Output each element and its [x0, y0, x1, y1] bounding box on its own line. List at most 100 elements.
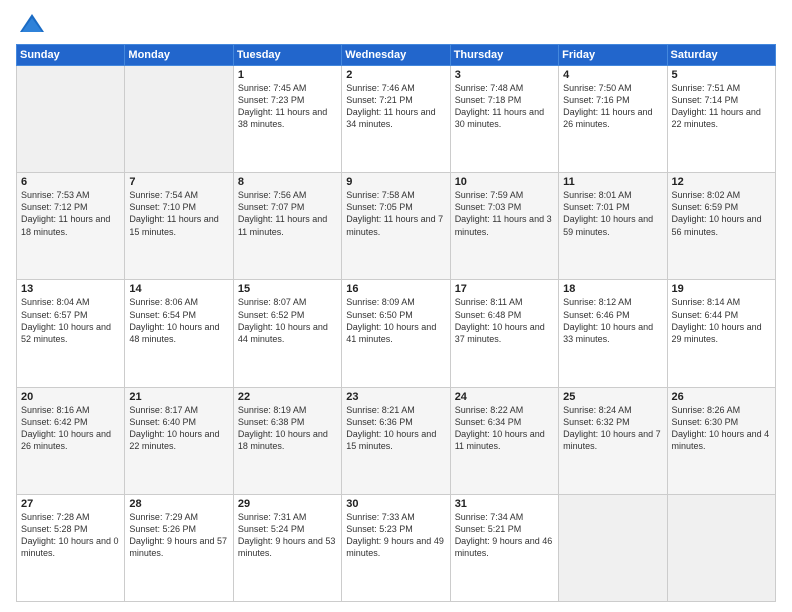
calendar-cell: 20Sunrise: 8:16 AM Sunset: 6:42 PM Dayli…: [17, 387, 125, 494]
calendar-cell: 15Sunrise: 8:07 AM Sunset: 6:52 PM Dayli…: [233, 280, 341, 387]
day-number: 28: [129, 498, 228, 510]
calendar-cell: 17Sunrise: 8:11 AM Sunset: 6:48 PM Dayli…: [450, 280, 558, 387]
week-row-4: 20Sunrise: 8:16 AM Sunset: 6:42 PM Dayli…: [17, 387, 776, 494]
day-number: 3: [455, 69, 554, 81]
day-number: 30: [346, 498, 445, 510]
cell-content: Sunrise: 7:28 AM Sunset: 5:28 PM Dayligh…: [21, 511, 120, 560]
cell-content: Sunrise: 7:33 AM Sunset: 5:23 PM Dayligh…: [346, 511, 445, 560]
calendar-cell: 25Sunrise: 8:24 AM Sunset: 6:32 PM Dayli…: [559, 387, 667, 494]
cell-content: Sunrise: 8:14 AM Sunset: 6:44 PM Dayligh…: [672, 296, 771, 345]
day-number: 14: [129, 283, 228, 295]
calendar-cell: 5Sunrise: 7:51 AM Sunset: 7:14 PM Daylig…: [667, 66, 775, 173]
calendar-cell: 31Sunrise: 7:34 AM Sunset: 5:21 PM Dayli…: [450, 494, 558, 601]
day-number: 5: [672, 69, 771, 81]
week-row-5: 27Sunrise: 7:28 AM Sunset: 5:28 PM Dayli…: [17, 494, 776, 601]
cell-content: Sunrise: 7:54 AM Sunset: 7:10 PM Dayligh…: [129, 189, 228, 238]
calendar-cell: 1Sunrise: 7:45 AM Sunset: 7:23 PM Daylig…: [233, 66, 341, 173]
cell-content: Sunrise: 7:56 AM Sunset: 7:07 PM Dayligh…: [238, 189, 337, 238]
day-number: 2: [346, 69, 445, 81]
calendar-cell: [667, 494, 775, 601]
calendar-cell: 28Sunrise: 7:29 AM Sunset: 5:26 PM Dayli…: [125, 494, 233, 601]
day-number: 17: [455, 283, 554, 295]
day-number: 12: [672, 176, 771, 188]
cell-content: Sunrise: 8:09 AM Sunset: 6:50 PM Dayligh…: [346, 296, 445, 345]
day-number: 18: [563, 283, 662, 295]
week-row-1: 1Sunrise: 7:45 AM Sunset: 7:23 PM Daylig…: [17, 66, 776, 173]
calendar-cell: 21Sunrise: 8:17 AM Sunset: 6:40 PM Dayli…: [125, 387, 233, 494]
cell-content: Sunrise: 8:11 AM Sunset: 6:48 PM Dayligh…: [455, 296, 554, 345]
weekday-header-monday: Monday: [125, 45, 233, 66]
cell-content: Sunrise: 8:21 AM Sunset: 6:36 PM Dayligh…: [346, 404, 445, 453]
day-number: 6: [21, 176, 120, 188]
calendar-cell: 30Sunrise: 7:33 AM Sunset: 5:23 PM Dayli…: [342, 494, 450, 601]
cell-content: Sunrise: 8:12 AM Sunset: 6:46 PM Dayligh…: [563, 296, 662, 345]
day-number: 25: [563, 391, 662, 403]
cell-content: Sunrise: 7:46 AM Sunset: 7:21 PM Dayligh…: [346, 82, 445, 131]
calendar-cell: 7Sunrise: 7:54 AM Sunset: 7:10 PM Daylig…: [125, 173, 233, 280]
cell-content: Sunrise: 8:04 AM Sunset: 6:57 PM Dayligh…: [21, 296, 120, 345]
calendar-cell: 13Sunrise: 8:04 AM Sunset: 6:57 PM Dayli…: [17, 280, 125, 387]
day-number: 22: [238, 391, 337, 403]
cell-content: Sunrise: 8:01 AM Sunset: 7:01 PM Dayligh…: [563, 189, 662, 238]
calendar-cell: 3Sunrise: 7:48 AM Sunset: 7:18 PM Daylig…: [450, 66, 558, 173]
day-number: 23: [346, 391, 445, 403]
calendar: SundayMondayTuesdayWednesdayThursdayFrid…: [16, 44, 776, 602]
header: [16, 12, 776, 36]
logo-icon: [18, 12, 46, 36]
calendar-cell: 24Sunrise: 8:22 AM Sunset: 6:34 PM Dayli…: [450, 387, 558, 494]
cell-content: Sunrise: 7:59 AM Sunset: 7:03 PM Dayligh…: [455, 189, 554, 238]
cell-content: Sunrise: 7:51 AM Sunset: 7:14 PM Dayligh…: [672, 82, 771, 131]
cell-content: Sunrise: 7:45 AM Sunset: 7:23 PM Dayligh…: [238, 82, 337, 131]
calendar-cell: 19Sunrise: 8:14 AM Sunset: 6:44 PM Dayli…: [667, 280, 775, 387]
day-number: 19: [672, 283, 771, 295]
cell-content: Sunrise: 8:17 AM Sunset: 6:40 PM Dayligh…: [129, 404, 228, 453]
calendar-cell: [559, 494, 667, 601]
weekday-header-sunday: Sunday: [17, 45, 125, 66]
cell-content: Sunrise: 7:50 AM Sunset: 7:16 PM Dayligh…: [563, 82, 662, 131]
calendar-cell: 14Sunrise: 8:06 AM Sunset: 6:54 PM Dayli…: [125, 280, 233, 387]
day-number: 13: [21, 283, 120, 295]
cell-content: Sunrise: 7:34 AM Sunset: 5:21 PM Dayligh…: [455, 511, 554, 560]
day-number: 27: [21, 498, 120, 510]
weekday-header-row: SundayMondayTuesdayWednesdayThursdayFrid…: [17, 45, 776, 66]
day-number: 7: [129, 176, 228, 188]
week-row-2: 6Sunrise: 7:53 AM Sunset: 7:12 PM Daylig…: [17, 173, 776, 280]
cell-content: Sunrise: 8:16 AM Sunset: 6:42 PM Dayligh…: [21, 404, 120, 453]
calendar-cell: 4Sunrise: 7:50 AM Sunset: 7:16 PM Daylig…: [559, 66, 667, 173]
cell-content: Sunrise: 8:07 AM Sunset: 6:52 PM Dayligh…: [238, 296, 337, 345]
day-number: 15: [238, 283, 337, 295]
weekday-header-tuesday: Tuesday: [233, 45, 341, 66]
week-row-3: 13Sunrise: 8:04 AM Sunset: 6:57 PM Dayli…: [17, 280, 776, 387]
weekday-header-thursday: Thursday: [450, 45, 558, 66]
calendar-cell: 29Sunrise: 7:31 AM Sunset: 5:24 PM Dayli…: [233, 494, 341, 601]
calendar-cell: [125, 66, 233, 173]
calendar-cell: 22Sunrise: 8:19 AM Sunset: 6:38 PM Dayli…: [233, 387, 341, 494]
calendar-cell: [17, 66, 125, 173]
day-number: 16: [346, 283, 445, 295]
cell-content: Sunrise: 8:19 AM Sunset: 6:38 PM Dayligh…: [238, 404, 337, 453]
day-number: 20: [21, 391, 120, 403]
weekday-header-saturday: Saturday: [667, 45, 775, 66]
cell-content: Sunrise: 7:48 AM Sunset: 7:18 PM Dayligh…: [455, 82, 554, 131]
logo: [16, 12, 50, 36]
day-number: 10: [455, 176, 554, 188]
day-number: 11: [563, 176, 662, 188]
cell-content: Sunrise: 8:02 AM Sunset: 6:59 PM Dayligh…: [672, 189, 771, 238]
calendar-cell: 8Sunrise: 7:56 AM Sunset: 7:07 PM Daylig…: [233, 173, 341, 280]
calendar-cell: 10Sunrise: 7:59 AM Sunset: 7:03 PM Dayli…: [450, 173, 558, 280]
calendar-cell: 2Sunrise: 7:46 AM Sunset: 7:21 PM Daylig…: [342, 66, 450, 173]
day-number: 29: [238, 498, 337, 510]
calendar-cell: 6Sunrise: 7:53 AM Sunset: 7:12 PM Daylig…: [17, 173, 125, 280]
cell-content: Sunrise: 7:53 AM Sunset: 7:12 PM Dayligh…: [21, 189, 120, 238]
day-number: 4: [563, 69, 662, 81]
calendar-cell: 9Sunrise: 7:58 AM Sunset: 7:05 PM Daylig…: [342, 173, 450, 280]
cell-content: Sunrise: 8:26 AM Sunset: 6:30 PM Dayligh…: [672, 404, 771, 453]
cell-content: Sunrise: 7:29 AM Sunset: 5:26 PM Dayligh…: [129, 511, 228, 560]
calendar-cell: 16Sunrise: 8:09 AM Sunset: 6:50 PM Dayli…: [342, 280, 450, 387]
day-number: 9: [346, 176, 445, 188]
calendar-cell: 18Sunrise: 8:12 AM Sunset: 6:46 PM Dayli…: [559, 280, 667, 387]
cell-content: Sunrise: 8:22 AM Sunset: 6:34 PM Dayligh…: [455, 404, 554, 453]
day-number: 24: [455, 391, 554, 403]
cell-content: Sunrise: 8:24 AM Sunset: 6:32 PM Dayligh…: [563, 404, 662, 453]
calendar-cell: 27Sunrise: 7:28 AM Sunset: 5:28 PM Dayli…: [17, 494, 125, 601]
